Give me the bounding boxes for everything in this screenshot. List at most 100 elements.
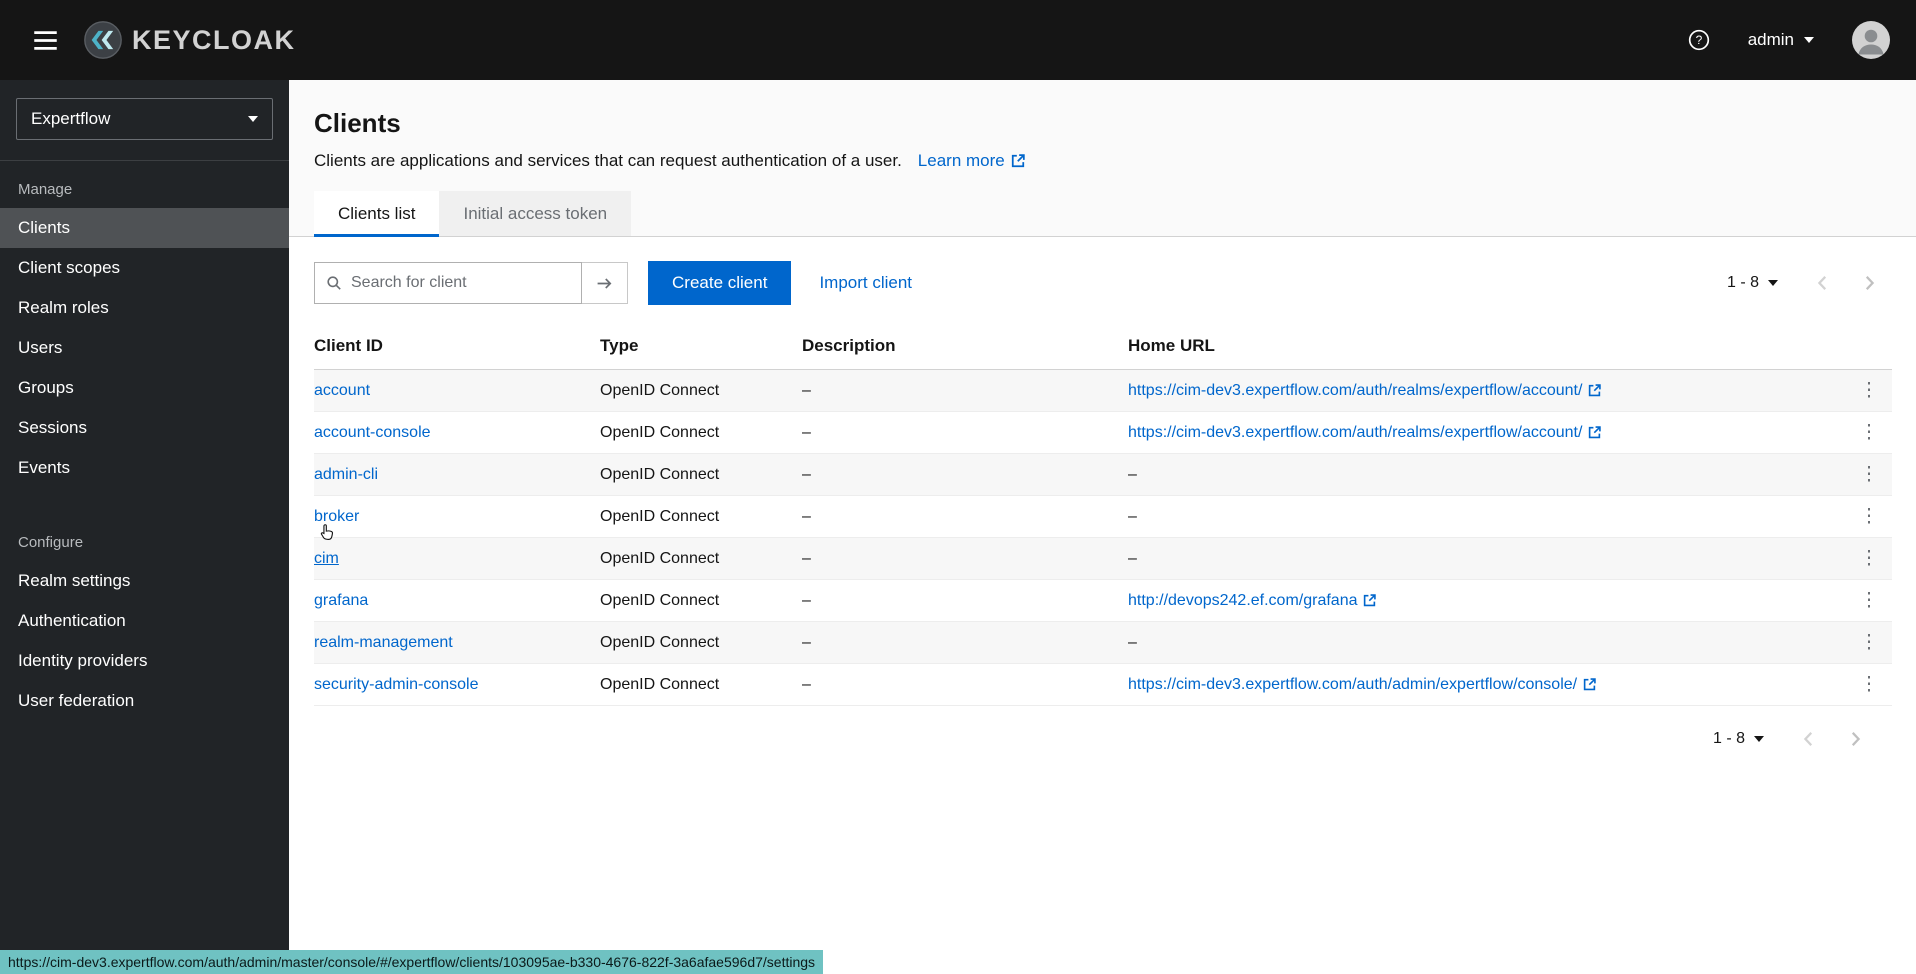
home-url-link[interactable]: https://cim-dev3.expertflow.com/auth/rea… [1128, 424, 1601, 442]
kebab-menu-button[interactable]: ⋮ [1852, 547, 1887, 570]
pagination-dropdown[interactable]: 1 - 8 [1727, 274, 1778, 292]
col-header-home-url: Home URL [1128, 323, 1846, 370]
kebab-icon: ⋮ [1860, 422, 1879, 443]
nav-toggle-button[interactable] [26, 21, 65, 60]
user-menu-dropdown[interactable]: admin [1748, 30, 1814, 50]
help-icon: ? [1688, 29, 1710, 51]
statusbar-link-preview: https://cim-dev3.expertflow.com/auth/adm… [0, 950, 823, 974]
clients-table-container: Client ID Type Description Home URL acco… [289, 323, 1916, 706]
table-row: admin-cli OpenID Connect – – ⋮ [314, 454, 1892, 496]
client-id-link[interactable]: account-console [314, 424, 431, 442]
chevron-right-icon [1846, 730, 1864, 748]
sidebar-item-user-federation[interactable]: User federation [0, 681, 289, 721]
section-title-manage: Manage [0, 161, 289, 208]
client-description: – [802, 454, 1128, 496]
kebab-menu-button[interactable]: ⋮ [1852, 673, 1887, 696]
client-type: OpenID Connect [600, 454, 802, 496]
sidebar-item-sessions[interactable]: Sessions [0, 408, 289, 448]
kebab-menu-button[interactable]: ⋮ [1852, 421, 1887, 444]
sidebar-item-realm-settings[interactable]: Realm settings [0, 561, 289, 601]
table-row: realm-management OpenID Connect – – ⋮ [314, 622, 1892, 664]
client-type: OpenID Connect [600, 412, 802, 454]
col-header-type: Type [600, 323, 802, 370]
chevron-right-icon [1860, 274, 1878, 292]
search-input[interactable] [351, 274, 570, 292]
toolbar: Create client Import client 1 - 8 [289, 237, 1916, 323]
realm-selector[interactable]: Expertflow [16, 98, 273, 140]
clients-table: Client ID Type Description Home URL acco… [314, 323, 1892, 706]
learn-more-link[interactable]: Learn more [918, 151, 1025, 171]
sidebar-item-identity-providers[interactable]: Identity providers [0, 641, 289, 681]
sidebar-item-groups[interactable]: Groups [0, 368, 289, 408]
client-home-url: – [1128, 538, 1846, 580]
kebab-menu-button[interactable]: ⋮ [1852, 379, 1887, 402]
table-row: broker OpenID Connect – – ⋮ [314, 496, 1892, 538]
kebab-menu-button[interactable]: ⋮ [1852, 505, 1887, 528]
keycloak-logo-icon [83, 20, 123, 60]
home-url-link[interactable]: http://devops242.ef.com/grafana [1128, 592, 1376, 610]
sidebar-item-users[interactable]: Users [0, 328, 289, 368]
page-title: Clients [314, 108, 1916, 139]
client-id-link[interactable]: grafana [314, 592, 368, 610]
home-url-link[interactable]: https://cim-dev3.expertflow.com/auth/rea… [1128, 382, 1601, 400]
client-id-link[interactable]: admin-cli [314, 466, 378, 484]
prev-page-button[interactable] [1800, 730, 1818, 748]
main-content: Clients Clients are applications and ser… [289, 80, 1916, 974]
client-id-link[interactable]: realm-management [314, 634, 453, 652]
kebab-menu-button[interactable]: ⋮ [1852, 631, 1887, 654]
pagination-top: 1 - 8 [1727, 274, 1892, 292]
client-type: OpenID Connect [600, 496, 802, 538]
search-icon [326, 275, 342, 291]
client-id-link[interactable]: account [314, 382, 370, 400]
create-client-button[interactable]: Create client [648, 261, 791, 305]
kebab-icon: ⋮ [1860, 674, 1879, 695]
col-header-actions [1846, 323, 1892, 370]
search-submit-button[interactable] [582, 262, 628, 304]
sidebar-item-clients[interactable]: Clients [0, 208, 289, 248]
tab-clients-list[interactable]: Clients list [314, 191, 439, 237]
sidebar-item-client-scopes[interactable]: Client scopes [0, 248, 289, 288]
page-body: Create client Import client 1 - 8 [289, 237, 1916, 748]
hamburger-icon [32, 27, 59, 54]
table-row: security-admin-console OpenID Connect – … [314, 664, 1892, 706]
home-url-link[interactable]: https://cim-dev3.expertflow.com/auth/adm… [1128, 676, 1596, 694]
client-id-link[interactable]: security-admin-console [314, 676, 479, 694]
chevron-left-icon [1800, 730, 1818, 748]
tab-initial-access-token[interactable]: Initial access token [439, 191, 631, 237]
help-button[interactable]: ? [1688, 29, 1710, 51]
col-header-client-id: Client ID [314, 323, 600, 370]
pagination-bottom: 1 - 8 [289, 706, 1916, 748]
sidebar-section-configure: Configure Realm settings Authentication … [0, 488, 289, 721]
external-link-icon [1588, 426, 1601, 439]
client-id-link[interactable]: broker [314, 508, 359, 526]
col-header-description: Description [802, 323, 1128, 370]
next-page-button[interactable] [1860, 274, 1878, 292]
client-type: OpenID Connect [600, 580, 802, 622]
external-link-icon [1583, 678, 1596, 691]
avatar-button[interactable] [1852, 21, 1890, 59]
client-description: – [802, 538, 1128, 580]
kebab-menu-button[interactable]: ⋮ [1852, 589, 1887, 612]
arrow-right-icon [596, 275, 613, 292]
caret-down-icon [1804, 37, 1814, 43]
prev-page-button[interactable] [1814, 274, 1832, 292]
sidebar-item-events[interactable]: Events [0, 448, 289, 488]
sidebar-item-authentication[interactable]: Authentication [0, 601, 289, 641]
sidebar: Expertflow Manage Clients Client scopes … [0, 80, 289, 974]
pagination-dropdown[interactable]: 1 - 8 [1713, 730, 1764, 748]
client-id-link[interactable]: cim [314, 550, 339, 568]
kebab-menu-button[interactable]: ⋮ [1852, 463, 1887, 486]
kebab-icon: ⋮ [1860, 548, 1879, 569]
kebab-icon: ⋮ [1860, 506, 1879, 527]
table-row: cim OpenID Connect – – ⋮ [314, 538, 1892, 580]
external-link-icon [1011, 154, 1025, 168]
chevron-down-icon [248, 116, 258, 122]
client-description: – [802, 664, 1128, 706]
next-page-button[interactable] [1846, 730, 1864, 748]
sidebar-item-realm-roles[interactable]: Realm roles [0, 288, 289, 328]
client-type: OpenID Connect [600, 664, 802, 706]
import-client-link[interactable]: Import client [819, 273, 912, 293]
table-row: account-console OpenID Connect – https:/… [314, 412, 1892, 454]
search-box [314, 262, 582, 304]
client-type: OpenID Connect [600, 370, 802, 412]
